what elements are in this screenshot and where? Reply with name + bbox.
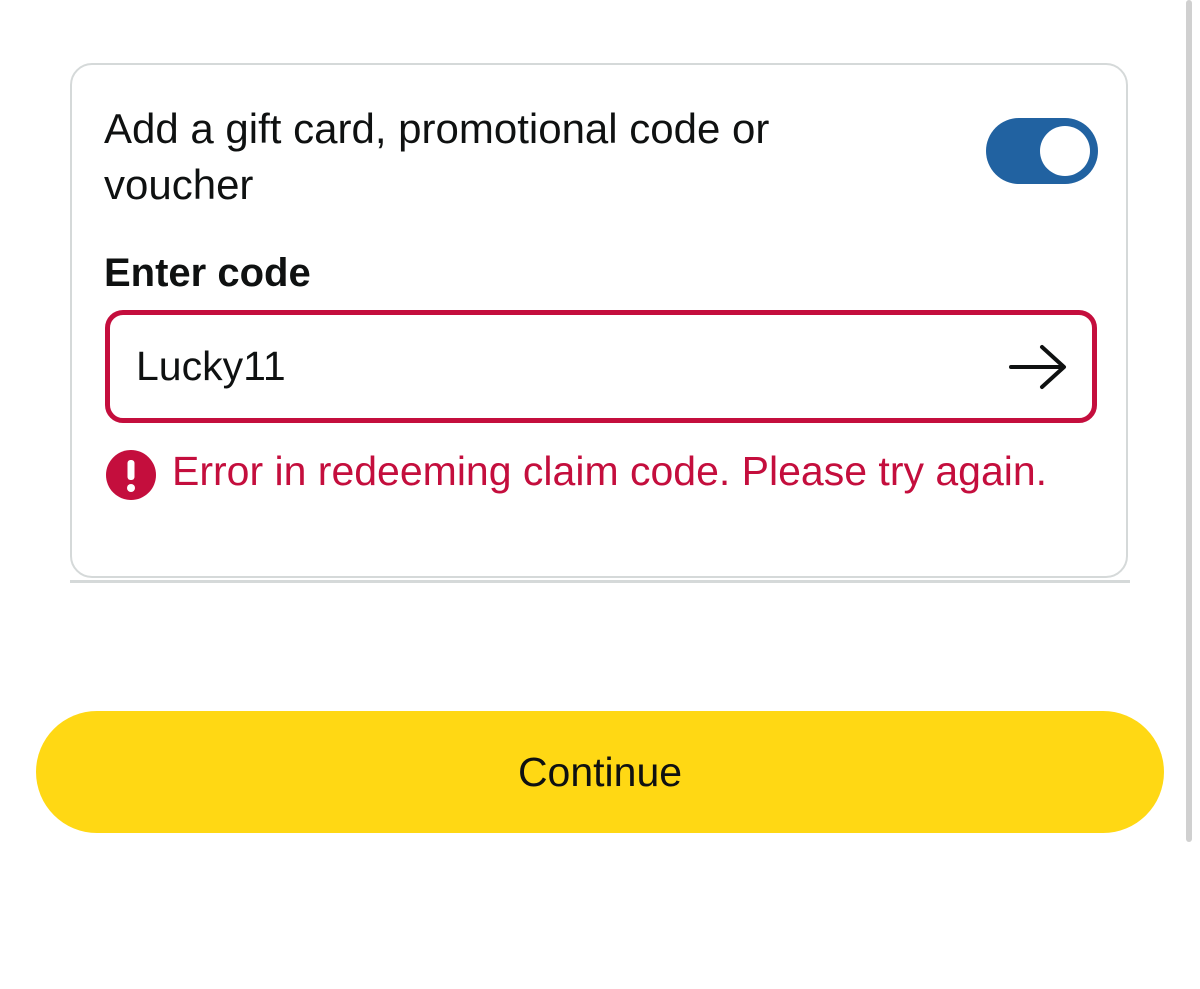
toggle-knob [1040, 126, 1090, 176]
gift-card-toggle-switch[interactable] [986, 118, 1098, 184]
code-input-container [105, 310, 1097, 423]
divider [70, 580, 1130, 583]
continue-button[interactable]: Continue [36, 711, 1164, 833]
checkout-page: Add a gift card, promotional code or vou… [0, 0, 1200, 989]
arrow-right-icon[interactable] [1008, 342, 1068, 392]
code-input[interactable] [136, 337, 976, 395]
gift-card-panel: Add a gift card, promotional code or vou… [70, 63, 1128, 578]
scrollbar[interactable] [1186, 0, 1192, 842]
error-exclamation-icon [105, 449, 157, 501]
gift-card-toggle-label: Add a gift card, promotional code or vou… [104, 105, 770, 208]
error-message: Error in redeeming claim code. Please tr… [172, 448, 1048, 494]
enter-code-label: Enter code [104, 251, 311, 295]
